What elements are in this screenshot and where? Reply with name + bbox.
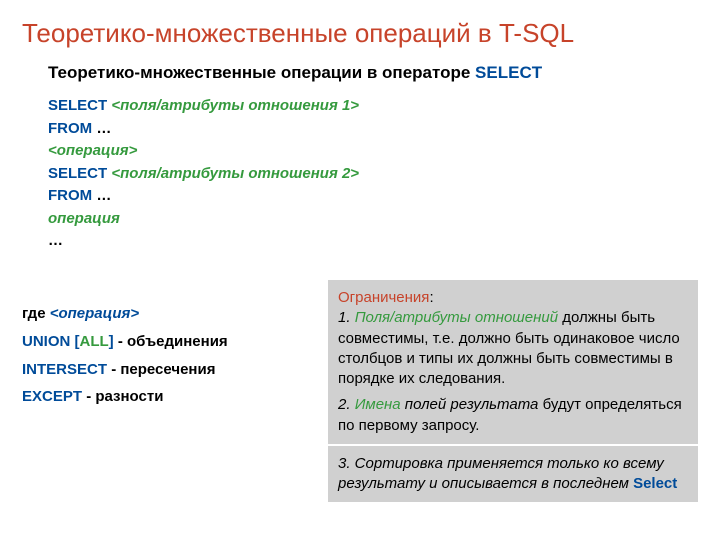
operation-tag: <операция> [48, 142, 137, 159]
kw-select-1: SELECT [48, 97, 111, 114]
except-desc: - разности [86, 388, 163, 405]
operations-legend: где <операция> UNION [ALL] - объединения… [22, 300, 322, 411]
syntax-block: SELECT <поля/атрибуты отношения 1> FROM … [0, 83, 720, 253]
c3-select: Select [633, 475, 677, 492]
constraints-colon: : [429, 289, 433, 306]
fields-2: <поля/атрибуты отношения 2> [111, 165, 359, 182]
fields-1: <поля/атрибуты отношения 1> [111, 97, 359, 114]
where-op: <операция> [50, 305, 139, 322]
intersect-desc: - пересечения [111, 361, 215, 378]
operation-word: операция [48, 210, 120, 227]
dots-3: … [48, 232, 63, 249]
where-head: где [22, 305, 50, 322]
subtitle-keyword: SELECT [475, 63, 542, 82]
c2-num: 2. [338, 396, 355, 413]
c3-text: 3. Сортировка применяется только ко всем… [338, 455, 664, 492]
subtitle-text: Теоретико-множественные операции в опера… [48, 63, 475, 82]
c2-mid: полей результата [401, 396, 539, 413]
constraints-box-1: Ограничения: 1. Поля/атрибуты отношений … [328, 280, 698, 444]
kw-from-2: FROM [48, 187, 96, 204]
c1-num: 1. [338, 309, 355, 326]
dots-1: … [96, 120, 111, 137]
kw-intersect: INTERSECT [22, 361, 111, 378]
union-desc: - объединения [114, 333, 228, 350]
constraints-title: Ограничения [338, 289, 429, 306]
constraints-panel: Ограничения: 1. Поля/атрибуты отношений … [328, 280, 698, 508]
slide-subtitle: Теоретико-множественные операции в опера… [0, 49, 720, 83]
kw-all: ALL [80, 333, 109, 350]
constraints-box-2: 3. Сортировка применяется только ко всем… [328, 446, 698, 503]
c1-highlight: Поля/атрибуты отношений [355, 309, 558, 326]
c2-highlight: Имена [355, 396, 401, 413]
kw-select-2: SELECT [48, 165, 111, 182]
dots-2: … [96, 187, 111, 204]
kw-union: UNION [22, 333, 75, 350]
slide-title: Теоретико-множественные операций в T-SQL [0, 0, 720, 49]
kw-except: EXCEPT [22, 388, 86, 405]
kw-from-1: FROM [48, 120, 96, 137]
